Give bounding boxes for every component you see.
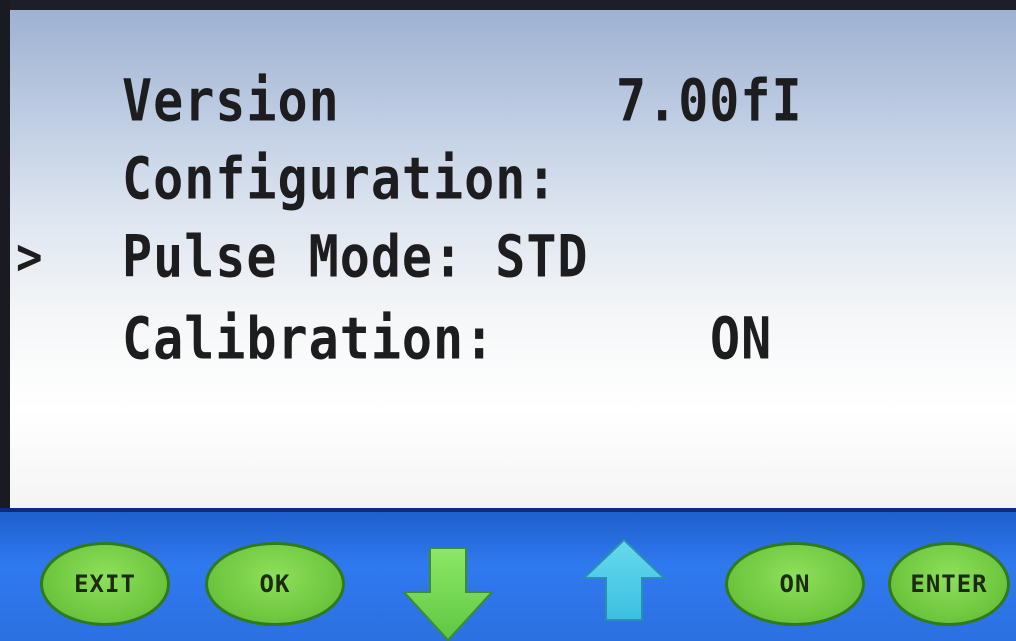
arrow-up-icon xyxy=(581,538,667,621)
version-value: 7.00fI xyxy=(616,67,803,135)
button-bar: EXIT OK ON ENTER xyxy=(0,508,1016,641)
version-label: Version xyxy=(122,67,340,135)
ok-button[interactable]: OK xyxy=(205,542,345,626)
menu-item-configuration[interactable]: Configuration: xyxy=(122,150,557,208)
menu-item-calibration[interactable]: Calibration: xyxy=(122,310,495,368)
enter-button[interactable]: ENTER xyxy=(888,542,1010,626)
selection-cursor: > xyxy=(16,228,43,287)
on-button[interactable]: ON xyxy=(725,542,865,626)
lcd-screen: Version 7.00fI Configuration: > Pulse Mo… xyxy=(10,10,1016,510)
arrow-up-button[interactable] xyxy=(581,538,667,622)
bezel-top xyxy=(0,0,1016,10)
calibration-value: ON xyxy=(710,305,773,373)
device-panel: Version 7.00fI Configuration: > Pulse Mo… xyxy=(0,0,1016,641)
exit-button[interactable]: EXIT xyxy=(40,542,170,626)
arrow-down-icon xyxy=(401,547,495,641)
menu-item-pulse-mode[interactable]: Pulse Mode: STD xyxy=(122,228,589,286)
arrow-down-button[interactable] xyxy=(400,547,496,641)
